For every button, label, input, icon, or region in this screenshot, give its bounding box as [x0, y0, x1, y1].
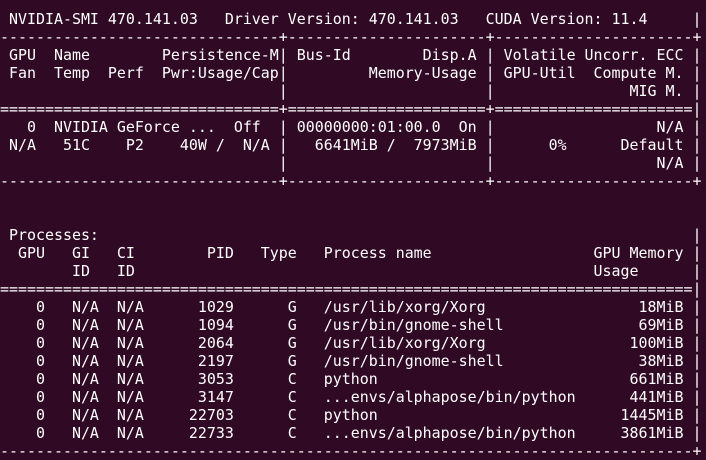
gpu-row-line: | | N/A | — [0, 154, 702, 172]
processes-title-line: Processes: | — [0, 226, 702, 244]
table-separator-line: ===============================+========… — [0, 100, 702, 118]
nvidia-smi-header-line: NVIDIA-SMI 470.141.03 Driver Version: 47… — [0, 10, 702, 28]
process-row: 0 N/A N/A 2064 G /usr/lib/xorg/Xorg 100M… — [0, 334, 702, 352]
table-border-line: ----------------------------------------… — [0, 442, 702, 460]
processes-header-line: GPU GI CI PID Type Process name GPU Memo… — [0, 244, 702, 262]
table-border-line: -------------------------------+--------… — [0, 28, 702, 46]
process-row: 0 N/A N/A 22703 C python 1445MiB | — [0, 406, 702, 424]
gpu-table-header-line: GPU Name Persistence-M| Bus-Id Disp.A | … — [0, 46, 702, 64]
gpu-row-line: N/A 51C P2 40W / N/A | 6641MiB / 7973MiB… — [0, 136, 702, 154]
gpu-table-header-line: Fan Temp Perf Pwr:Usage/Cap| Memory-Usag… — [0, 64, 702, 82]
process-row: 0 N/A N/A 3053 C python 661MiB | — [0, 370, 702, 388]
gpu-table-header-line: | | MIG M. | — [0, 82, 702, 100]
terminal-window[interactable]: NVIDIA-SMI 470.141.03 Driver Version: 47… — [0, 0, 706, 460]
table-border-line: -------------------------------+--------… — [0, 172, 702, 190]
process-row: 0 N/A N/A 22733 C ...envs/alphapose/bin/… — [0, 424, 702, 442]
process-row: 0 N/A N/A 1029 G /usr/lib/xorg/Xorg 18Mi… — [0, 298, 702, 316]
process-row: 0 N/A N/A 2197 G /usr/bin/gnome-shell 38… — [0, 352, 702, 370]
processes-header-line: ID ID Usage | — [0, 262, 702, 280]
process-row: 0 N/A N/A 1094 G /usr/bin/gnome-shell 69… — [0, 316, 702, 334]
process-row: 0 N/A N/A 3147 C ...envs/alphapose/bin/p… — [0, 388, 702, 406]
table-separator-line: ========================================… — [0, 280, 702, 298]
gpu-row-line: 0 NVIDIA GeForce ... Off | 00000000:01:0… — [0, 118, 702, 136]
